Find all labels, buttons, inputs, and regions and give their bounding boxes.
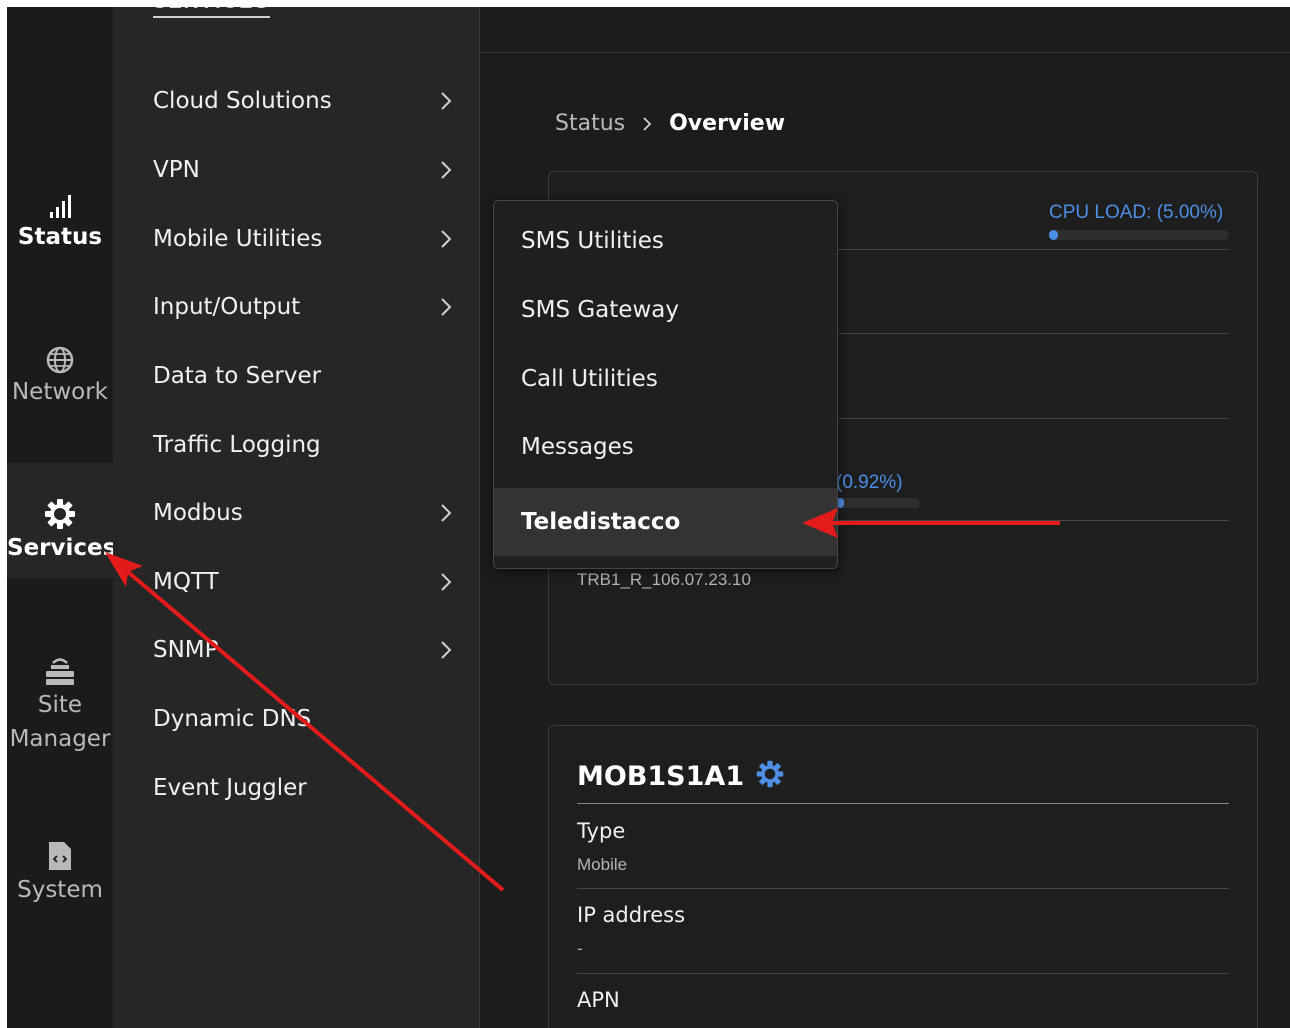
annotation-overlay bbox=[105, 508, 1060, 892]
annotation-arrow-services bbox=[105, 552, 505, 892]
annotation-arrow-teledistacco bbox=[802, 508, 1060, 538]
